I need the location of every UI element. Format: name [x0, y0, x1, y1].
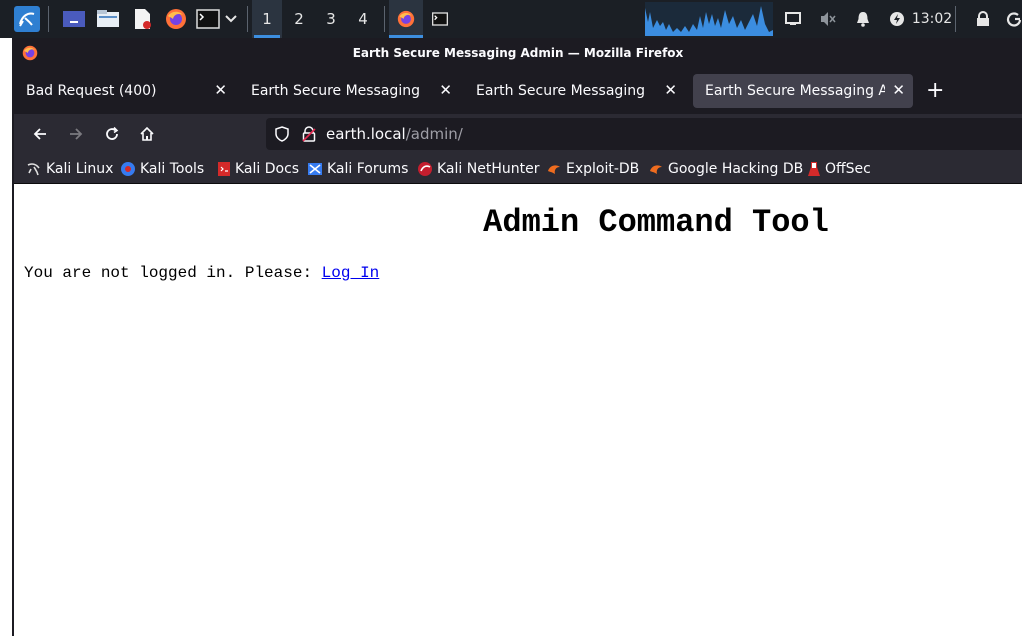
new-tab-button[interactable]: +	[926, 80, 944, 102]
reload-button[interactable]	[100, 122, 124, 146]
terminal-icon[interactable]	[195, 6, 221, 32]
ghdb-icon	[650, 165, 662, 174]
volume-muted-icon[interactable]	[817, 0, 839, 38]
shield-icon[interactable]	[274, 126, 290, 142]
cpu-graph	[645, 2, 773, 36]
kali-forums-icon	[308, 163, 322, 175]
tab-label: Bad Request (400)	[26, 83, 157, 99]
panel-separator	[48, 6, 49, 32]
url-text[interactable]: earth.local/admin/	[326, 125, 463, 143]
insecure-lock-icon[interactable]	[302, 126, 316, 142]
bookmarks-toolbar: Kali Linux Kali Tools Kali Docs Kali For…	[14, 154, 1022, 184]
close-icon[interactable]: ✕	[664, 81, 677, 99]
taskbar-firefox[interactable]	[389, 0, 423, 38]
home-button[interactable]	[135, 122, 159, 146]
terminal-icon	[432, 12, 448, 26]
window-title: Earth Secure Messaging Admin — Mozilla F…	[352, 46, 684, 60]
notification-bell-icon[interactable]	[852, 0, 874, 38]
back-button[interactable]	[28, 122, 52, 146]
tab-bad-request[interactable]: Bad Request (400) ✕	[14, 74, 237, 108]
reload-icon	[106, 126, 119, 140]
navigation-toolbar: earth.local/admin/	[14, 114, 1022, 154]
url-path: /admin/	[405, 125, 463, 143]
bookmark-exploit-db[interactable]: Exploit-DB	[546, 160, 639, 178]
url-host: earth.local	[326, 125, 406, 143]
tab-earth-secure-messaging-1[interactable]: Earth Secure Messaging ✕	[239, 74, 462, 108]
workspace-4[interactable]: 4	[348, 0, 378, 38]
panel-separator	[955, 6, 956, 32]
workspace-label: 3	[326, 10, 336, 28]
tab-strip: Bad Request (400) ✕ Earth Secure Messagi…	[14, 70, 1022, 114]
tab-earth-secure-messaging-admin[interactable]: Earth Secure Messaging Admin ✕	[693, 74, 913, 108]
clock-label: 13:02	[911, 11, 953, 27]
bookmark-label: Google Hacking DB	[668, 161, 804, 177]
tab-label: Earth Secure Messaging	[251, 83, 420, 99]
bookmark-offsec[interactable]: OffSec	[807, 160, 871, 178]
bookmark-label: Kali Tools	[140, 161, 205, 177]
login-message-text: You are not logged in. Please:	[24, 264, 322, 282]
logout-icon[interactable]	[1006, 0, 1022, 38]
close-icon[interactable]: ✕	[214, 81, 227, 99]
exploit-db-icon	[548, 165, 560, 174]
arrow-left-icon	[33, 128, 46, 140]
taskbar-terminal[interactable]	[423, 0, 457, 38]
clock[interactable]: 13:02	[912, 0, 952, 38]
kali-docs-icon	[218, 162, 230, 176]
workspace-2[interactable]: 2	[284, 0, 314, 38]
workspace-1[interactable]: 1	[252, 0, 282, 38]
firefox-icon[interactable]	[163, 6, 189, 32]
bookmark-kali-docs[interactable]: Kali Docs	[217, 160, 299, 178]
page-content: Admin Command Tool You are not logged in…	[16, 185, 1022, 636]
panel-separator	[247, 6, 248, 32]
file-manager-icon[interactable]	[95, 6, 121, 32]
lock-icon[interactable]	[973, 0, 993, 38]
text-editor-icon[interactable]	[129, 6, 155, 32]
kali-dragon-icon	[27, 163, 40, 176]
login-message: You are not logged in. Please: Log In	[24, 264, 379, 282]
panel-separator	[384, 6, 385, 32]
bookmark-label: Exploit-DB	[566, 161, 640, 177]
arrow-right-icon	[70, 128, 83, 140]
workspace-label: 1	[262, 10, 272, 28]
bookmark-kali-linux[interactable]: Kali Linux	[26, 160, 113, 178]
bookmark-kali-tools[interactable]: Kali Tools	[120, 160, 204, 178]
bookmark-label: OffSec	[825, 161, 871, 177]
top-panel: 1 2 3 4 13:02	[0, 0, 1022, 38]
left-window-edge	[0, 38, 14, 636]
tab-label: Earth Secure Messaging	[476, 83, 645, 99]
home-icon	[140, 126, 154, 141]
kali-tools-icon	[121, 162, 135, 176]
tab-earth-secure-messaging-2[interactable]: Earth Secure Messaging ✕	[464, 74, 687, 108]
power-manager-icon[interactable]	[886, 0, 908, 38]
offsec-icon	[808, 162, 820, 176]
forward-button[interactable]	[64, 122, 88, 146]
close-icon[interactable]: ✕	[892, 81, 905, 99]
workspace-label: 4	[358, 10, 368, 28]
chevron-down-icon[interactable]	[223, 6, 239, 32]
login-link[interactable]: Log In	[322, 264, 380, 282]
network-icon[interactable]	[782, 0, 804, 38]
bookmark-label: Kali Forums	[327, 161, 409, 177]
bookmark-label: Kali Docs	[235, 161, 300, 177]
kali-nethunter-icon	[418, 162, 432, 176]
bookmark-label: Kali NetHunter	[437, 161, 540, 177]
close-icon[interactable]: ✕	[439, 81, 452, 99]
bookmark-google-hacking-db[interactable]: Google Hacking DB	[648, 160, 803, 178]
show-desktop-icon[interactable]	[61, 6, 87, 32]
address-bar[interactable]: earth.local/admin/	[266, 118, 1022, 150]
bookmark-kali-forums[interactable]: Kali Forums	[307, 160, 408, 178]
window-titlebar[interactable]: Earth Secure Messaging Admin — Mozilla F…	[14, 38, 1022, 70]
bookmark-kali-nethunter[interactable]: Kali NetHunter	[417, 160, 539, 178]
kali-menu-icon[interactable]	[14, 6, 40, 32]
bookmark-label: Kali Linux	[46, 161, 114, 177]
tab-label: Earth Secure Messaging Admin	[705, 83, 885, 99]
workspace-label: 2	[294, 10, 304, 28]
firefox-icon	[397, 10, 415, 28]
workspace-3[interactable]: 3	[316, 0, 346, 38]
page-title: Admin Command Tool	[483, 204, 829, 241]
